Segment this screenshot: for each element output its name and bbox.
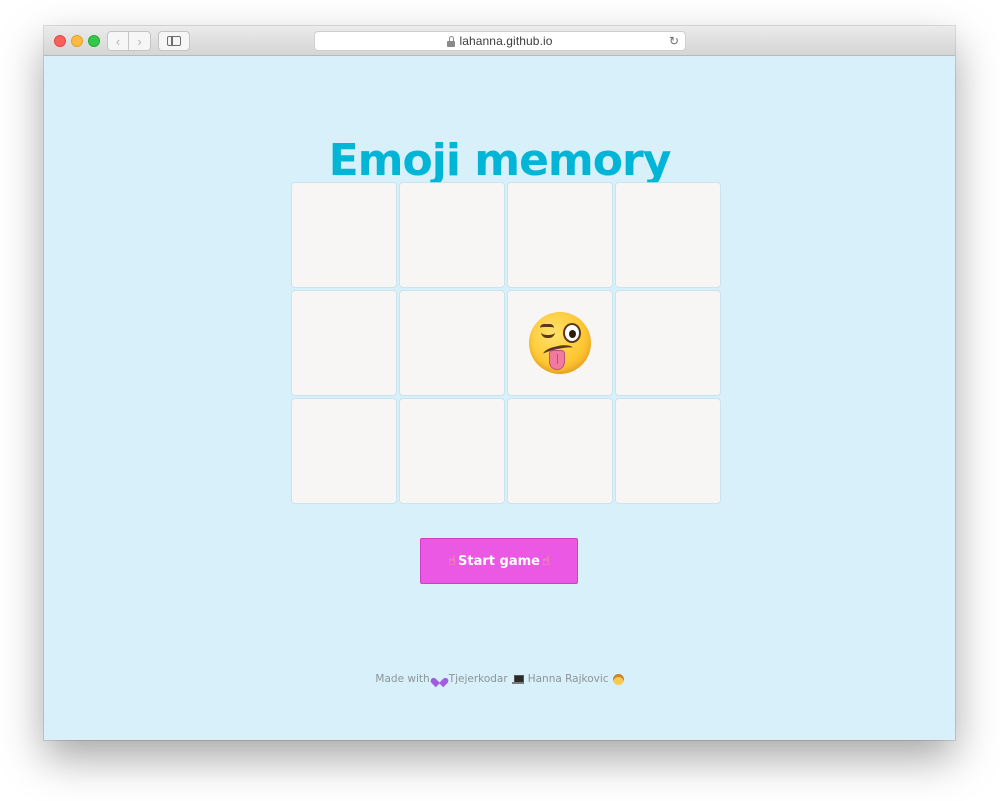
reload-icon[interactable]: ↻	[669, 34, 679, 48]
winking-face-with-tongue-icon	[529, 312, 591, 374]
footer: Made with Tjejerkodar Hanna Rajkovic	[44, 673, 955, 685]
footer-author: Hanna Rajkovic	[527, 673, 609, 685]
browser-toolbar: ‹ › lahanna.github.io ↻	[44, 26, 955, 56]
memory-card[interactable]	[616, 183, 720, 287]
address-bar[interactable]: lahanna.github.io ↻	[314, 31, 686, 51]
sidebar-icon	[167, 36, 181, 46]
forward-button[interactable]: ›	[129, 32, 150, 50]
chevron-left-icon: ‹	[115, 33, 121, 49]
memory-card[interactable]	[400, 183, 504, 287]
url-text: lahanna.github.io	[459, 34, 553, 48]
memory-card[interactable]	[292, 183, 396, 287]
card-grid	[292, 183, 720, 503]
memory-card[interactable]	[292, 291, 396, 395]
woman-icon	[612, 673, 624, 685]
back-button[interactable]: ‹	[108, 32, 130, 50]
memory-card[interactable]	[508, 399, 612, 503]
page-content: Emoji memory ☝ Start game ☝ Made with Tj…	[44, 57, 955, 740]
pointing-finger-icon: ☝	[541, 553, 550, 569]
pointing-finger-icon: ☝	[448, 553, 457, 569]
memory-card-revealed[interactable]	[508, 291, 612, 395]
history-nav: ‹ ›	[107, 31, 151, 51]
minimize-window-button[interactable]	[71, 35, 83, 47]
zoom-window-button[interactable]	[88, 35, 100, 47]
lock-icon	[447, 35, 456, 47]
start-game-label: Start game	[458, 553, 540, 569]
close-window-button[interactable]	[54, 35, 66, 47]
browser-window: ‹ › lahanna.github.io ↻ Emoji memory ☝ S…	[44, 26, 955, 740]
footer-org: Tjejerkodar	[448, 673, 508, 685]
memory-card[interactable]	[616, 399, 720, 503]
start-game-button[interactable]: ☝ Start game ☝	[420, 538, 578, 584]
sidebar-toggle-button[interactable]	[158, 31, 190, 51]
memory-card[interactable]	[400, 399, 504, 503]
purple-heart-icon	[434, 674, 445, 684]
page-title: Emoji memory	[328, 135, 672, 186]
memory-card[interactable]	[616, 291, 720, 395]
memory-card[interactable]	[292, 399, 396, 503]
memory-card[interactable]	[400, 291, 504, 395]
laptop-icon	[511, 674, 524, 684]
chevron-right-icon: ›	[137, 33, 142, 49]
footer-made-with: Made with	[375, 673, 430, 685]
memory-card[interactable]	[508, 183, 612, 287]
